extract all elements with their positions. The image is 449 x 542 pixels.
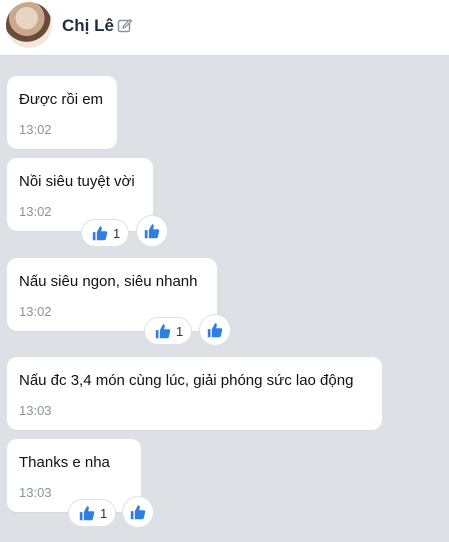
- thumbs-up-icon: [92, 226, 108, 241]
- reaction-count[interactable]: 1: [145, 318, 192, 344]
- message-bubble[interactable]: Nồi siêu tuyệt vời 13:02: [7, 158, 153, 231]
- message-text: Nấu siêu ngon, siêu nhanh: [19, 273, 198, 290]
- like-button[interactable]: [123, 497, 153, 527]
- reaction-count-value: 1: [176, 323, 184, 339]
- avatar[interactable]: [6, 2, 52, 48]
- message-text: Thanks e nha: [19, 454, 110, 471]
- chat-header: Chị Lê: [0, 0, 449, 56]
- message-bubble[interactable]: Nấu đc 3,4 món cùng lúc, giải phóng sức …: [7, 357, 382, 430]
- reaction-count-value: 1: [113, 225, 121, 241]
- message-time: 13:02: [19, 204, 52, 219]
- reaction-count[interactable]: 1: [82, 220, 129, 246]
- like-button[interactable]: [137, 216, 167, 246]
- message-bubble[interactable]: Được rồi em 13:02: [7, 76, 117, 149]
- like-button[interactable]: [200, 315, 230, 345]
- thumbs-up-icon: [130, 505, 146, 520]
- message-time: 13:03: [19, 485, 52, 500]
- message-text: Nấu đc 3,4 món cùng lúc, giải phóng sức …: [19, 372, 354, 389]
- reaction-count[interactable]: 1: [69, 500, 116, 526]
- edit-icon[interactable]: [117, 18, 133, 34]
- thumbs-up-icon: [207, 323, 223, 338]
- message-text: Được rồi em: [19, 91, 104, 108]
- thumbs-up-icon: [144, 224, 160, 239]
- contact-name: Chị Lê: [62, 16, 114, 35]
- reaction-count-value: 1: [100, 505, 108, 521]
- message-time: 13:02: [19, 304, 52, 319]
- thumbs-up-icon: [155, 324, 171, 339]
- thumbs-up-icon: [79, 506, 95, 521]
- message-time: 13:03: [19, 403, 52, 418]
- message-time: 13:02: [19, 122, 52, 137]
- message-text: Nồi siêu tuyệt vời: [19, 173, 135, 190]
